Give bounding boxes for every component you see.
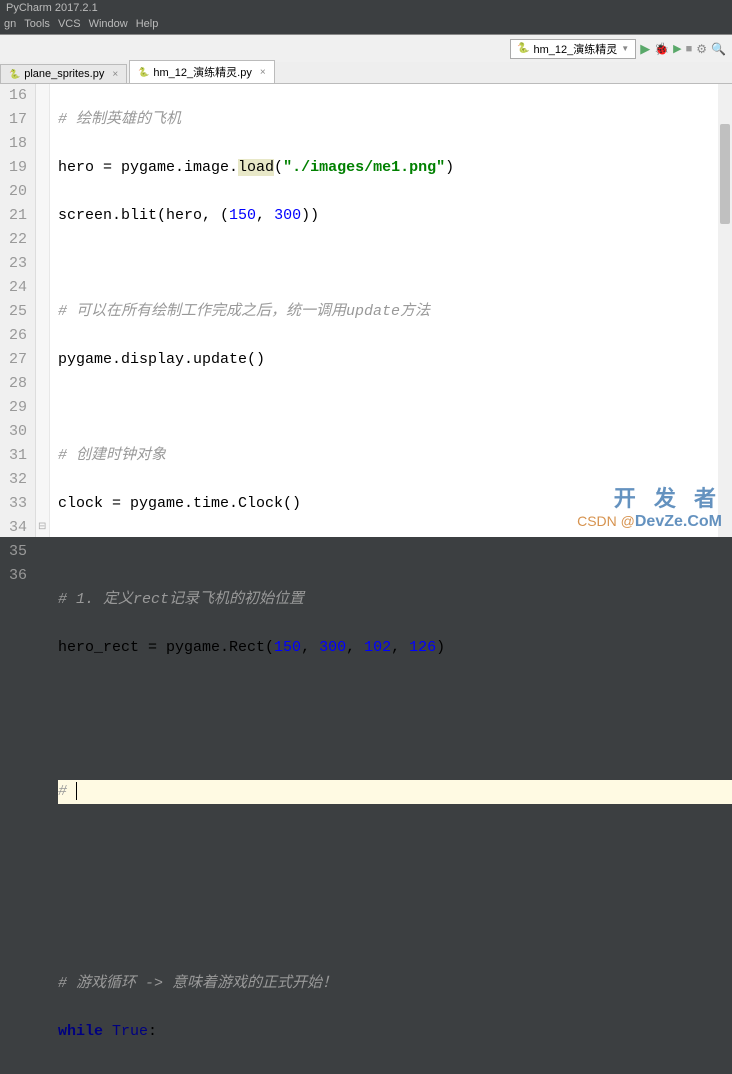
- line-number: 32: [4, 468, 27, 492]
- python-icon: 🐍: [517, 43, 529, 54]
- run-with-coverage-button[interactable]: ▶: [673, 42, 681, 55]
- code-editor[interactable]: 1617181920212223242526272829303132333435…: [0, 84, 732, 537]
- menu-tools[interactable]: Tools: [24, 18, 50, 32]
- window-title: PyCharm 2017.2.1: [6, 2, 98, 14]
- code-line: [58, 684, 732, 708]
- python-file-icon: 🐍: [138, 67, 149, 78]
- line-number: 29: [4, 396, 27, 420]
- line-number: 28: [4, 372, 27, 396]
- code-line-current: #: [58, 780, 732, 804]
- python-file-icon: 🐍: [9, 69, 20, 80]
- fold-gutter: ⊟: [36, 84, 50, 537]
- dropdown-icon: ▼: [621, 44, 629, 53]
- line-number: 30: [4, 420, 27, 444]
- line-number: 24: [4, 276, 27, 300]
- stop-button[interactable]: ■: [686, 43, 693, 55]
- code-line: while True:: [58, 1020, 732, 1044]
- code-line: [58, 540, 732, 564]
- tab-plane-sprites[interactable]: 🐍 plane_sprites.py ×: [0, 64, 127, 83]
- editor-tabs: 🐍 plane_sprites.py × 🐍 hm_12_演练精灵.py ×: [0, 62, 732, 84]
- menu-window[interactable]: Window: [89, 18, 128, 32]
- text-cursor: [76, 782, 77, 800]
- search-icon[interactable]: 🔍: [711, 42, 726, 56]
- code-line: clock = pygame.time.Clock(): [58, 492, 732, 516]
- line-number: 23: [4, 252, 27, 276]
- line-number: 20: [4, 180, 27, 204]
- close-icon[interactable]: ×: [112, 69, 118, 80]
- code-line: screen.blit(hero, (150, 300)): [58, 204, 732, 228]
- toolbar: 🐍 hm_12_演练精灵 ▼ ▶ 🐞 ▶ ■ ⚙ 🔍: [0, 34, 732, 62]
- code-area[interactable]: # 绘制英雄的飞机 hero = pygame.image.load("./im…: [50, 84, 732, 537]
- code-line: # 可以在所有绘制工作完成之后，统一调用update方法: [58, 300, 732, 324]
- code-line: [58, 1068, 732, 1074]
- line-number: 25: [4, 300, 27, 324]
- line-number: 17: [4, 108, 27, 132]
- tab-label: plane_sprites.py: [24, 68, 104, 80]
- code-line: # 绘制英雄的飞机: [58, 108, 732, 132]
- code-line: [58, 828, 732, 852]
- menu-bar: gn Tools VCS Window Help: [0, 16, 732, 34]
- line-number-gutter: 1617181920212223242526272829303132333435…: [0, 84, 36, 537]
- line-number: 36: [4, 564, 27, 588]
- fold-down-icon[interactable]: ⊟: [38, 516, 46, 540]
- menu-vcs[interactable]: VCS: [58, 18, 81, 32]
- window-title-bar: PyCharm 2017.2.1: [0, 0, 732, 16]
- code-line: hero_rect = pygame.Rect(150, 300, 102, 1…: [58, 636, 732, 660]
- scrollbar-thumb[interactable]: [720, 124, 730, 224]
- settings-icon[interactable]: ⚙: [696, 42, 707, 56]
- code-line: [58, 732, 732, 756]
- tab-hm12[interactable]: 🐍 hm_12_演练精灵.py ×: [129, 60, 275, 83]
- line-number: 27: [4, 348, 27, 372]
- code-line: [58, 876, 732, 900]
- menu-help[interactable]: Help: [136, 18, 159, 32]
- code-line: # 创建时钟对象: [58, 444, 732, 468]
- run-config-selector[interactable]: 🐍 hm_12_演练精灵 ▼: [510, 39, 636, 59]
- line-number: 35: [4, 540, 27, 564]
- line-number: 31: [4, 444, 27, 468]
- code-line: pygame.display.update(): [58, 348, 732, 372]
- line-number: 33: [4, 492, 27, 516]
- code-line: [58, 396, 732, 420]
- line-number: 19: [4, 156, 27, 180]
- code-line: # 游戏循环 -> 意味着游戏的正式开始！: [58, 972, 732, 996]
- line-number: 21: [4, 204, 27, 228]
- debug-button[interactable]: 🐞: [654, 42, 669, 56]
- line-number: 16: [4, 84, 27, 108]
- line-number: 18: [4, 132, 27, 156]
- line-number: 34: [4, 516, 27, 540]
- code-line: # 1. 定义rect记录飞机的初始位置: [58, 588, 732, 612]
- line-number: 22: [4, 228, 27, 252]
- vertical-scrollbar[interactable]: [718, 84, 732, 537]
- menu-navigate[interactable]: gn: [4, 18, 16, 32]
- run-config-name: hm_12_演练精灵: [534, 41, 618, 57]
- close-icon[interactable]: ×: [260, 67, 266, 78]
- code-line: [58, 252, 732, 276]
- line-number: 26: [4, 324, 27, 348]
- code-line: hero = pygame.image.load("./images/me1.p…: [58, 156, 732, 180]
- run-button[interactable]: ▶: [640, 41, 650, 57]
- code-line: [58, 924, 732, 948]
- tab-label: hm_12_演练精灵.py: [153, 64, 251, 80]
